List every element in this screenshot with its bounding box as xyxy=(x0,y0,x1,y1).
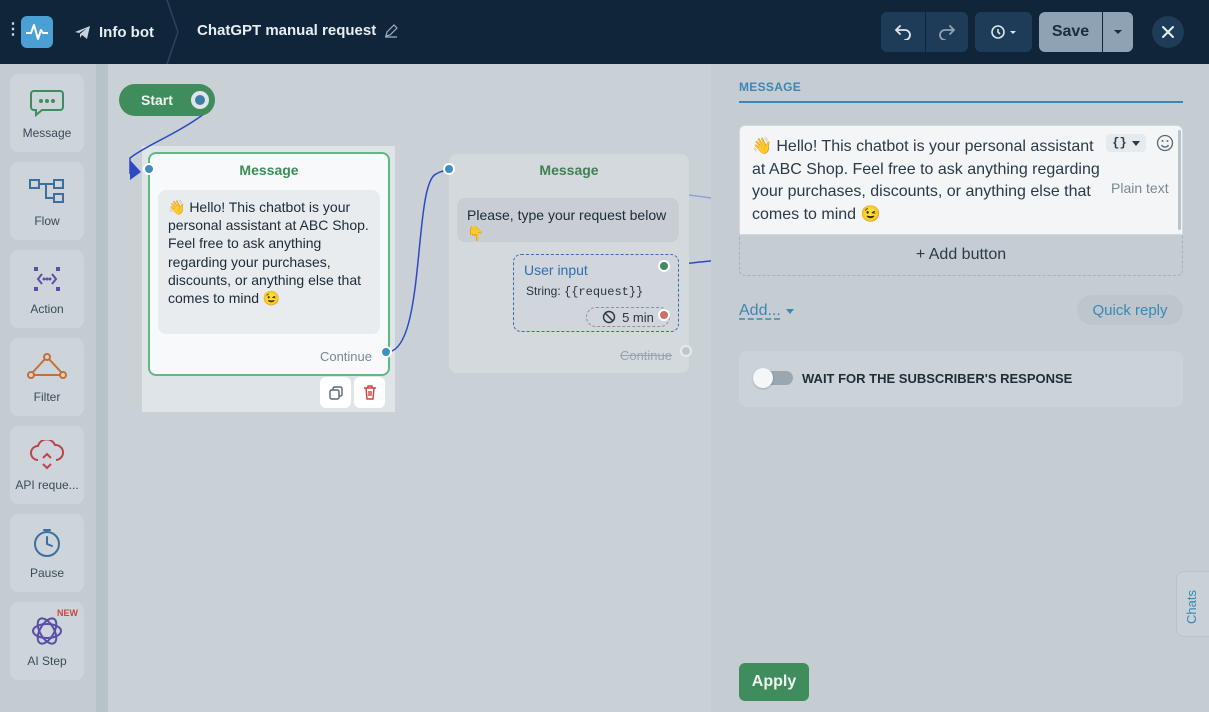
duplicate-button[interactable] xyxy=(320,377,351,408)
sidebar-item-flow[interactable]: Flow xyxy=(10,162,84,240)
no-entry-icon xyxy=(602,310,616,324)
node-title: Message xyxy=(239,162,299,178)
chevron-down-icon xyxy=(785,308,794,314)
message-textarea[interactable]: 👋 Hello! This chatbot is your personal a… xyxy=(752,136,1102,226)
start-port[interactable] xyxy=(191,91,209,109)
user-input-success-port[interactable] xyxy=(658,260,670,272)
timeout-text: 5 min xyxy=(622,309,654,325)
sidebar-item-label: Flow xyxy=(34,214,60,228)
user-input-title: User input xyxy=(524,262,588,278)
bot-name-link[interactable]: Info bot xyxy=(74,22,154,42)
node1-input-port[interactable] xyxy=(143,163,155,175)
wait-response-toggle[interactable] xyxy=(753,368,793,388)
new-badge: NEW xyxy=(57,608,78,618)
sidebar-item-label: Action xyxy=(30,302,64,316)
ai-icon xyxy=(32,617,62,645)
redo-icon xyxy=(939,25,956,40)
telegram-icon xyxy=(75,25,90,39)
editor-scrollbar[interactable] xyxy=(1178,130,1181,230)
braces-label: {} xyxy=(1112,136,1127,150)
copy-icon xyxy=(328,385,343,400)
user-input-block[interactable]: User input String: {{request}} 5 min xyxy=(513,254,679,332)
chats-tab-label: Chats xyxy=(1184,590,1199,624)
chevron-down-icon xyxy=(1114,30,1122,34)
node2-continue-port[interactable] xyxy=(680,345,692,357)
quick-reply-button[interactable]: Quick reply xyxy=(1077,295,1183,325)
continue-label: Continue xyxy=(319,349,372,364)
more-vertical-icon[interactable]: ⋮ xyxy=(5,22,21,38)
sidebar-item-pause[interactable]: Pause xyxy=(10,514,84,592)
user-input-timeout-port[interactable] xyxy=(658,309,670,321)
variables-button[interactable]: {} xyxy=(1106,134,1146,152)
start-node[interactable]: Start xyxy=(119,84,215,116)
history-icon xyxy=(990,25,1016,39)
continue-label: Continue xyxy=(619,348,672,363)
message-node-2[interactable]: Message Please, type your request below … xyxy=(449,154,689,373)
sidebar-item-filter[interactable]: Filter xyxy=(10,338,84,416)
sidebar-item-label: Message xyxy=(22,126,72,140)
node-title: Message xyxy=(539,162,599,178)
bot-name: Info bot xyxy=(99,23,154,41)
start-label: Start xyxy=(141,92,173,108)
block-sidebar: Message Flow Action Filter API reque... … xyxy=(0,64,96,712)
redo-button[interactable] xyxy=(926,12,968,52)
message-bubble: Please, type your request below 👇 xyxy=(457,198,679,242)
flow-icon xyxy=(29,179,64,203)
emoji-icon[interactable] xyxy=(1156,134,1174,152)
top-bar: ⋮ Info bot ChatGPT manual request Save xyxy=(0,0,1209,64)
node2-input-port[interactable] xyxy=(443,163,455,175)
sidebar-item-label: AI Step xyxy=(27,654,67,668)
add-link-text: Add... xyxy=(739,302,781,319)
undo-icon xyxy=(894,25,911,40)
trash-icon xyxy=(363,385,376,400)
flow-canvas[interactable]: Start Message 👋 Hello! This chatbot is y… xyxy=(108,64,711,712)
message-node-1[interactable]: Message 👋 Hello! This chatbot is your pe… xyxy=(148,152,390,376)
undo-button[interactable] xyxy=(881,12,925,52)
cloud-api-icon xyxy=(30,440,64,470)
flow-title-text: ChatGPT manual request xyxy=(197,22,377,39)
save-button[interactable]: Save xyxy=(1039,12,1102,52)
delete-button[interactable] xyxy=(354,377,385,408)
sidebar-item-label: Pause xyxy=(29,566,65,580)
message-bubble: 👋 Hello! This chatbot is your personal a… xyxy=(158,190,380,334)
format-label[interactable]: Plain text xyxy=(1111,180,1169,196)
user-input-variable: String: {{request}} xyxy=(526,284,644,299)
close-button[interactable] xyxy=(1152,16,1184,48)
sidebar-item-action[interactable]: Action xyxy=(10,250,84,328)
breadcrumb-separator-icon xyxy=(166,0,179,64)
action-icon xyxy=(34,267,60,291)
chats-tab[interactable]: Chats xyxy=(1176,571,1209,637)
tab-underline xyxy=(739,101,1183,103)
add-button[interactable]: + Add button xyxy=(739,234,1183,276)
editor-toolbar: {} xyxy=(1106,134,1174,152)
filter-icon xyxy=(27,353,67,379)
sidebar-item-api-request[interactable]: API reque... xyxy=(10,426,84,504)
flow-title[interactable]: ChatGPT manual request xyxy=(197,22,399,39)
sidebar-scrollbar[interactable] xyxy=(96,64,108,712)
clock-icon xyxy=(34,529,60,557)
chevron-down-icon xyxy=(1131,140,1140,146)
block-settings-panel: MESSAGE 👋 Hello! This chatbot is your pe… xyxy=(711,64,1209,712)
logo-icon[interactable] xyxy=(21,16,53,48)
chat-bubble-icon xyxy=(30,90,64,117)
sidebar-item-label: Filter xyxy=(33,390,61,404)
history-button[interactable] xyxy=(975,12,1032,52)
wait-response-label: WAIT FOR THE SUBSCRIBER'S RESPONSE xyxy=(802,371,1073,386)
sidebar-item-message[interactable]: Message xyxy=(10,74,84,152)
message-editor[interactable]: 👋 Hello! This chatbot is your personal a… xyxy=(739,125,1183,235)
tab-message[interactable]: MESSAGE xyxy=(739,80,801,94)
sidebar-item-label: API reque... xyxy=(15,478,79,492)
wait-response-card: WAIT FOR THE SUBSCRIBER'S RESPONSE xyxy=(739,351,1183,407)
apply-button[interactable]: Apply xyxy=(739,663,809,701)
pencil-icon[interactable] xyxy=(384,23,399,38)
add-dropdown[interactable]: Add... xyxy=(739,302,794,320)
save-options-button[interactable] xyxy=(1103,12,1133,52)
close-icon xyxy=(1162,26,1174,38)
sidebar-item-ai-step[interactable]: NEW AI Step xyxy=(10,602,84,680)
node1-continue-port[interactable] xyxy=(380,346,392,358)
